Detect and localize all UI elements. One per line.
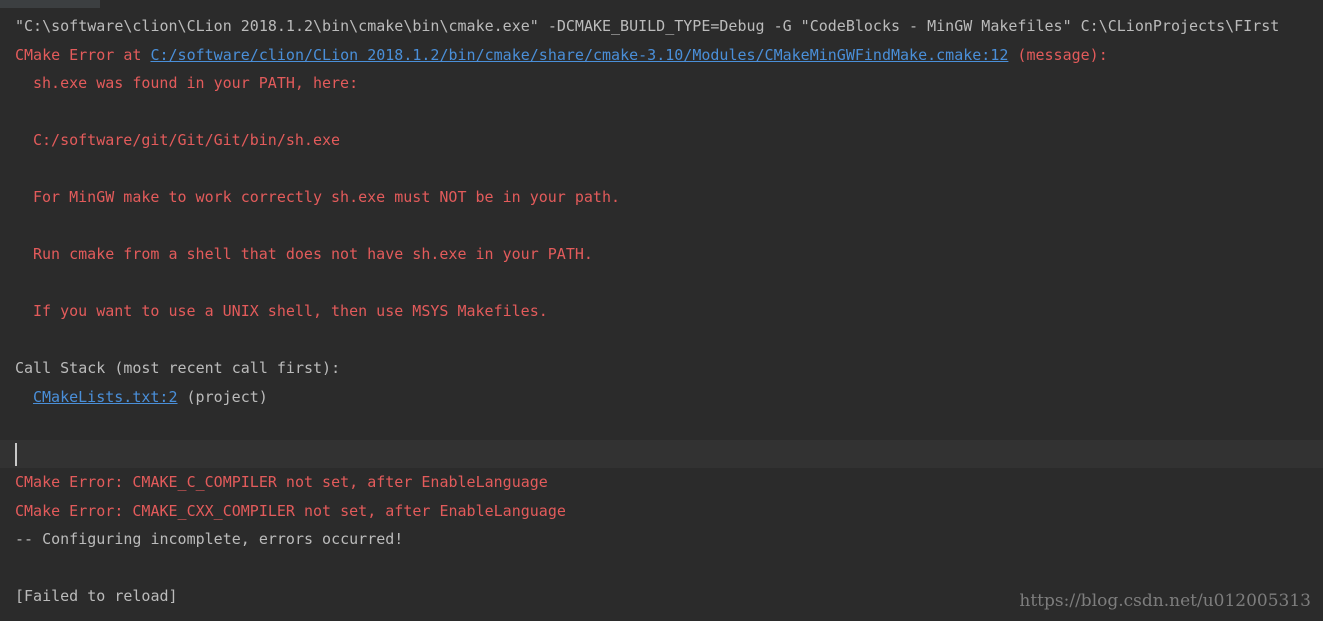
c-compiler-error: CMake Error: CMAKE_C_COMPILER not set, a… <box>15 473 548 491</box>
error-suffix: (message): <box>1008 45 1108 64</box>
msg-unix: If you want to use a UNIX shell, then us… <box>33 302 548 320</box>
text-caret <box>15 442 17 466</box>
caret-line[interactable] <box>0 439 1323 468</box>
msg-sh-found: sh.exe was found in your PATH, here: <box>33 74 359 92</box>
call-stack-entry: CMakeLists.txt:2 (project) <box>0 383 1323 412</box>
cxx-compiler-error: CMake Error: CMAKE_CXX_COMPILER not set,… <box>15 501 566 520</box>
watermark: https://blog.csdn.net/u012005313 <box>1019 591 1311 611</box>
call-stack-header: Call Stack (most recent call first): <box>15 359 341 377</box>
msg-sh-path: C:/software/git/Git/Git/bin/sh.exe <box>33 131 341 149</box>
msg-run: Run cmake from a shell that does not hav… <box>33 245 593 263</box>
error-prefix: CMake Error at <box>15 45 151 64</box>
msg-mingw: For MinGW make to work correctly sh.exe … <box>33 188 620 206</box>
stack-suffix: (project) <box>177 387 268 406</box>
console-output[interactable]: "C:\software\clion\CLion 2018.1.2\bin\cm… <box>0 12 1323 611</box>
configuring-status: -- Configuring incomplete, errors occurr… <box>15 530 404 548</box>
cmake-error-header: CMake Error at C:/software/clion/CLion 2… <box>0 41 1323 70</box>
command-line: "C:\software\clion\CLion 2018.1.2\bin\cm… <box>15 17 1280 35</box>
toolbar-strip <box>0 0 100 8</box>
cmakelists-link[interactable]: CMakeLists.txt:2 <box>33 388 178 406</box>
error-source-link[interactable]: C:/software/clion/CLion 2018.1.2/bin/cma… <box>150 46 1008 64</box>
